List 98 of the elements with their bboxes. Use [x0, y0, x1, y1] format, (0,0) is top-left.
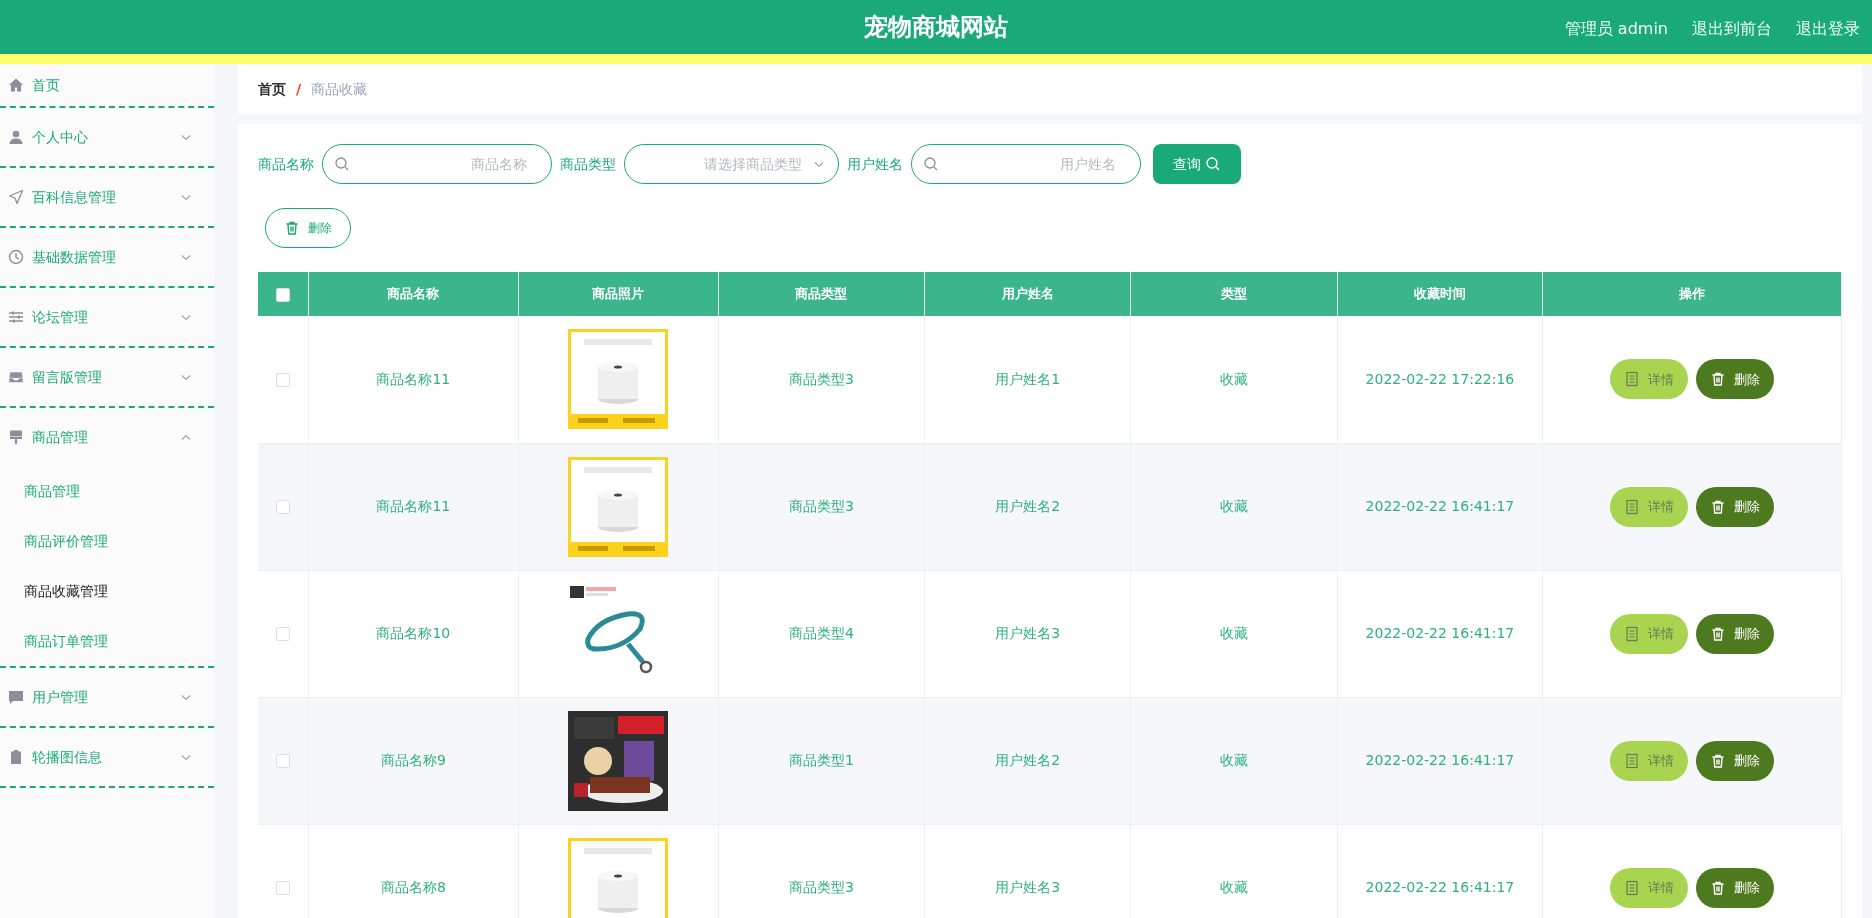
table-cell: 商品名称8: [308, 824, 519, 918]
sidebar-item[interactable]: 商品管理: [0, 408, 214, 466]
trash-icon: [284, 220, 300, 236]
column-header: 收藏时间: [1337, 272, 1543, 316]
document-icon: [1624, 625, 1641, 642]
trash-icon: [1710, 879, 1727, 896]
delete-button[interactable]: 删除: [1696, 867, 1775, 908]
table-cell: 收藏: [1130, 443, 1338, 570]
detail-button[interactable]: 详情: [1610, 867, 1689, 908]
header-link[interactable]: 管理员 admin: [1564, 16, 1668, 41]
table-cell: 商品名称11: [308, 443, 519, 570]
table-cell: 商品类型3: [718, 443, 925, 570]
table-cell: 用户姓名3: [924, 824, 1131, 918]
table-cell: 2022-02-22 16:41:17: [1337, 697, 1543, 824]
detail-button[interactable]: 详情: [1610, 359, 1689, 400]
header-link[interactable]: 退出到前台: [1692, 16, 1772, 41]
search-button[interactable]: 查询: [1153, 144, 1241, 184]
search-icon: [334, 156, 350, 172]
home-icon: [8, 77, 24, 93]
delete-button[interactable]: 删除: [1696, 740, 1775, 781]
table-cell: 商品名称9: [308, 697, 519, 824]
column-header: 商品名称: [308, 272, 519, 316]
search-icon: [1205, 156, 1221, 172]
table-cell: 收藏: [1130, 570, 1338, 697]
input-field[interactable]: 用户姓名: [911, 144, 1141, 184]
detail-button[interactable]: 详情: [1610, 486, 1689, 527]
table-cell: 商品名称11: [308, 316, 519, 443]
sidebar-item[interactable]: 留言版管理: [0, 348, 214, 406]
table-cell: 用户姓名3: [924, 570, 1131, 697]
clock-icon: [8, 249, 24, 265]
table-cell: 2022-02-22 16:41:17: [1337, 570, 1543, 697]
trash-icon: [1710, 625, 1727, 642]
field-label: 商品名称: [258, 154, 314, 174]
table-cell: 2022-02-22 16:41:17: [1337, 824, 1543, 918]
chat-icon: [8, 689, 24, 705]
breadcrumb-separator: /: [296, 79, 302, 99]
sidebar-subitem[interactable]: 商品收藏管理: [0, 566, 214, 616]
column-header: 用户姓名: [924, 272, 1131, 316]
select-all-checkbox[interactable]: [275, 287, 290, 302]
trash-icon: [1710, 498, 1727, 515]
table-cell: 用户姓名1: [924, 316, 1131, 443]
sidebar-item[interactable]: 个人中心: [0, 108, 214, 166]
select-field[interactable]: 请选择商品类型: [624, 144, 839, 184]
table-cell: 用户姓名2: [924, 443, 1131, 570]
sidebar-item[interactable]: 轮播图信息: [0, 728, 214, 786]
column-header: 操作: [1542, 272, 1842, 316]
row-checkbox[interactable]: [275, 881, 290, 895]
field-label: 商品类型: [560, 154, 616, 174]
delete-button[interactable]: 删除: [265, 208, 351, 248]
detail-button[interactable]: 详情: [1610, 740, 1689, 781]
document-icon: [1624, 879, 1641, 896]
table-cell: 2022-02-22 16:41:17: [1337, 443, 1543, 570]
table-cell: 商品类型1: [718, 697, 925, 824]
site-title: 宠物商城网站: [864, 11, 1008, 43]
sidebar-subitem[interactable]: 商品管理: [0, 466, 214, 516]
column-header: 商品类型: [718, 272, 925, 316]
document-icon: [1624, 371, 1641, 388]
sidebar-subitem[interactable]: 商品订单管理: [0, 616, 214, 666]
send-icon: [8, 189, 24, 205]
table-cell: 商品类型4: [718, 570, 925, 697]
row-checkbox[interactable]: [275, 500, 290, 514]
row-checkbox[interactable]: [275, 372, 290, 387]
table-cell: 收藏: [1130, 316, 1338, 443]
table-cell: 收藏: [1130, 697, 1338, 824]
sidebar-subitem[interactable]: 商品评价管理: [0, 516, 214, 566]
table-cell: 商品名称10: [308, 570, 519, 697]
detail-button[interactable]: 详情: [1610, 613, 1689, 654]
delete-button[interactable]: 删除: [1696, 359, 1775, 400]
breadcrumb-link[interactable]: 首页: [258, 78, 286, 100]
clipboard-icon: [8, 749, 24, 765]
table-cell: 2022-02-22 17:22:16: [1337, 316, 1543, 443]
sidebar-item[interactable]: 论坛管理: [0, 288, 214, 346]
column-header: 商品照片: [518, 272, 719, 316]
delete-button[interactable]: 删除: [1696, 486, 1775, 527]
field-label: 用户姓名: [847, 154, 903, 174]
row-checkbox[interactable]: [275, 754, 290, 768]
table-cell: 商品类型3: [718, 316, 925, 443]
table-cell: 商品类型3: [718, 824, 925, 918]
table-cell: 用户姓名2: [924, 697, 1131, 824]
sidebar-item[interactable]: 用户管理: [0, 668, 214, 726]
sidebar-item[interactable]: 首页: [0, 64, 214, 106]
row-checkbox[interactable]: [275, 627, 290, 641]
person-icon: [8, 129, 24, 145]
input-field[interactable]: 商品名称: [322, 144, 552, 184]
document-icon: [1624, 498, 1641, 515]
brush-icon: [8, 429, 24, 445]
search-icon: [923, 156, 939, 172]
inbox-icon: [8, 369, 24, 385]
trash-icon: [1710, 371, 1727, 388]
header-link[interactable]: 退出登录: [1796, 16, 1860, 41]
delete-button[interactable]: 删除: [1696, 613, 1775, 654]
column-header: 类型: [1130, 272, 1338, 316]
sidebar-item[interactable]: 基础数据管理: [0, 228, 214, 286]
sliders-icon: [8, 309, 24, 325]
trash-icon: [1710, 752, 1727, 769]
table-cell: 收藏: [1130, 824, 1338, 918]
sidebar-item[interactable]: 百科信息管理: [0, 168, 214, 226]
document-icon: [1624, 752, 1641, 769]
